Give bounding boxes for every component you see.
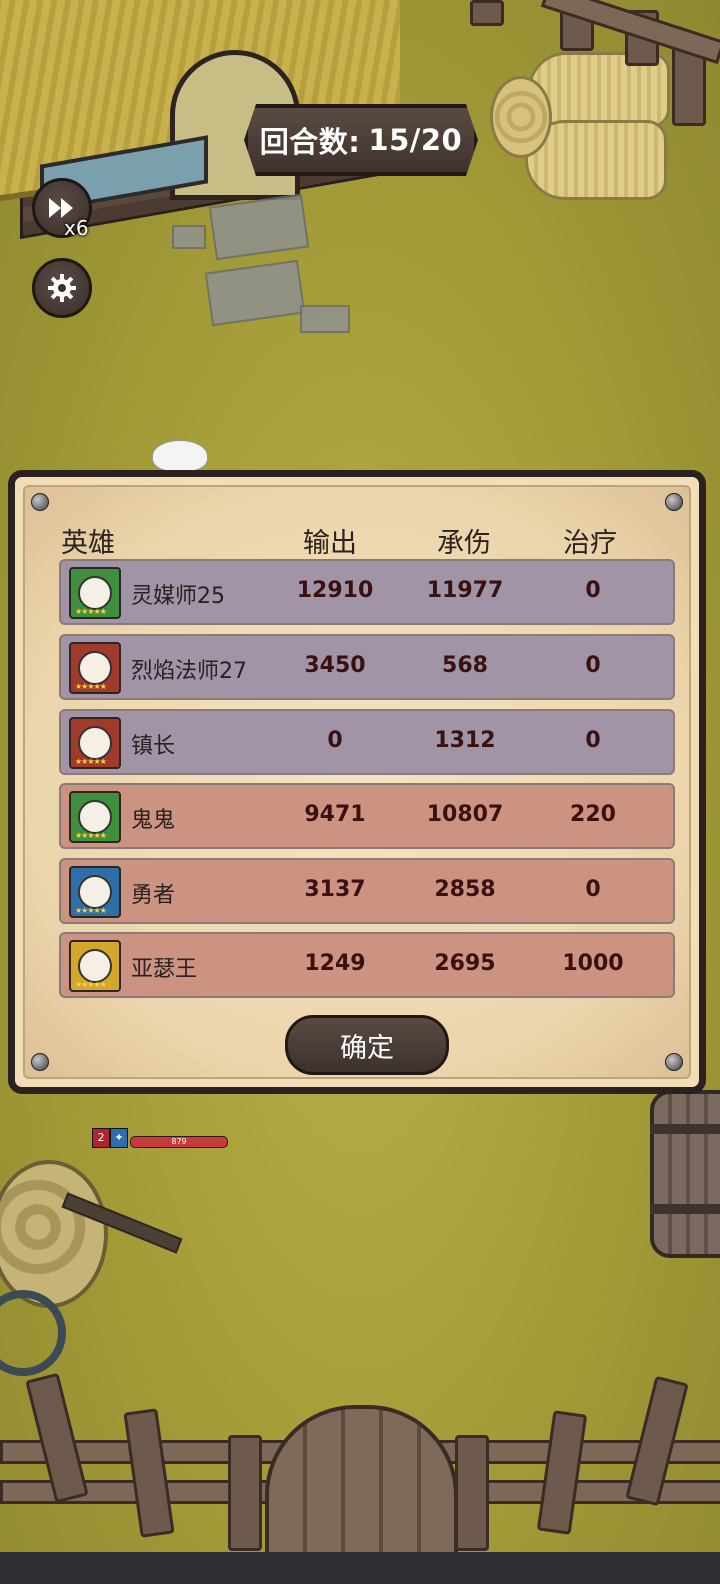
fence-post [455, 1435, 489, 1551]
rivet [31, 1053, 49, 1071]
hero-avatar: ★★★★★ [69, 940, 121, 992]
fence-post [123, 1408, 175, 1538]
unit-hp-bar: 879 [130, 1136, 228, 1148]
hero-name: 勇者 [131, 883, 176, 908]
fence-gate [265, 1405, 458, 1563]
hero-stat-row: ★★★★★ 勇者 3137 2858 0 [59, 858, 675, 924]
hero-name: 镇长 [131, 734, 176, 759]
hero-stat-row: ★★★★★ 镇长 0 1312 0 [59, 709, 675, 775]
hero-taken-value: 2695 [434, 951, 496, 976]
header-damage-taken: 承伤 [437, 528, 491, 559]
header-heal: 治疗 [563, 528, 617, 559]
hero-name: 亚瑟王 [131, 957, 198, 982]
rivet [665, 493, 683, 511]
hero-damage-value: 12910 [296, 578, 374, 603]
hero-avatar: ★★★★★ [69, 567, 121, 619]
hero-avatar: ★★★★★ [69, 717, 121, 769]
rivet [31, 493, 49, 511]
star-rating-icon: ★★★★★ [75, 980, 107, 989]
hero-heal-value: 0 [585, 877, 601, 902]
hero-heal-value: 0 [585, 653, 601, 678]
hay-bale-end [490, 76, 552, 158]
header-damage: 输出 [303, 528, 357, 559]
battle-stats-panel: 英雄 输出 承伤 治疗 ★★★★★ 灵媒师25 12910 11977 0 ★★★★★ 烈焰… [8, 470, 706, 1094]
confirm-button[interactable]: 确定 [285, 1015, 449, 1075]
hero-name: 鬼鬼 [131, 808, 176, 833]
star-rating-icon: ★★★★★ [75, 607, 107, 616]
hero-stat-row: ★★★★★ 灵媒师25 12910 11977 0 [59, 559, 675, 625]
hero-avatar: ★★★★★ [69, 642, 121, 694]
hero-taken-value: 568 [442, 653, 488, 678]
fence-post [228, 1435, 262, 1551]
hero-taken-value: 2858 [434, 877, 496, 902]
hero-heal-value: 0 [585, 728, 601, 753]
stepping-stone [204, 259, 306, 327]
hero-avatar: ★★★★★ [69, 866, 121, 918]
hero-heal-value: 1000 [562, 951, 624, 976]
round-counter: 回合数: 15/20 [244, 104, 478, 176]
hero-taken-value: 1312 [434, 728, 496, 753]
fence-post [470, 0, 504, 26]
white-creature [152, 440, 208, 472]
settings-button[interactable] [32, 258, 92, 318]
round-value: 15/20 [368, 123, 463, 157]
star-rating-icon: ★★★★★ [75, 757, 107, 766]
hero-taken-value: 11977 [426, 578, 504, 603]
hero-damage-value: 3137 [304, 877, 366, 902]
hero-heal-value: 220 [570, 802, 616, 827]
hero-heal-value: 0 [585, 578, 601, 603]
speed-multiplier: x6 [64, 216, 89, 240]
hero-stat-row: ★★★★★ 鬼鬼 9471 10807 220 [59, 783, 675, 849]
hero-stat-row: ★★★★★ 亚瑟王 1249 2695 1000 [59, 932, 675, 998]
star-rating-icon: ★★★★★ [75, 906, 107, 915]
gear-icon [48, 274, 76, 302]
barrel [650, 1090, 720, 1258]
header-hero: 英雄 [61, 528, 115, 559]
stepping-stone [208, 193, 310, 261]
hero-taken-value: 10807 [426, 802, 504, 827]
fence-post [536, 1410, 588, 1535]
hero-avatar: ★★★★★ [69, 791, 121, 843]
stepping-stone [300, 305, 350, 333]
hero-stat-row: ★★★★★ 烈焰法师27 3450 568 0 [59, 634, 675, 700]
hero-damage-value: 0 [327, 728, 343, 753]
unit-level-badge: 2 [92, 1128, 110, 1148]
confirm-label: 确定 [340, 1032, 394, 1064]
round-label: 回合数: [259, 125, 361, 159]
hay-cart [0, 1160, 108, 1308]
star-rating-icon: ★★★★★ [75, 831, 107, 840]
hero-damage-value: 9471 [304, 802, 366, 827]
unit-class-icon: ✦ [110, 1128, 128, 1148]
hero-damage-value: 1249 [304, 951, 366, 976]
star-rating-icon: ★★★★★ [75, 682, 107, 691]
hero-name: 烈焰法师27 [131, 659, 247, 684]
system-nav-bar [0, 1552, 720, 1584]
stepping-stone [172, 225, 206, 249]
hero-name: 灵媒师25 [131, 584, 225, 609]
rivet [665, 1053, 683, 1071]
hero-damage-value: 3450 [304, 653, 366, 678]
